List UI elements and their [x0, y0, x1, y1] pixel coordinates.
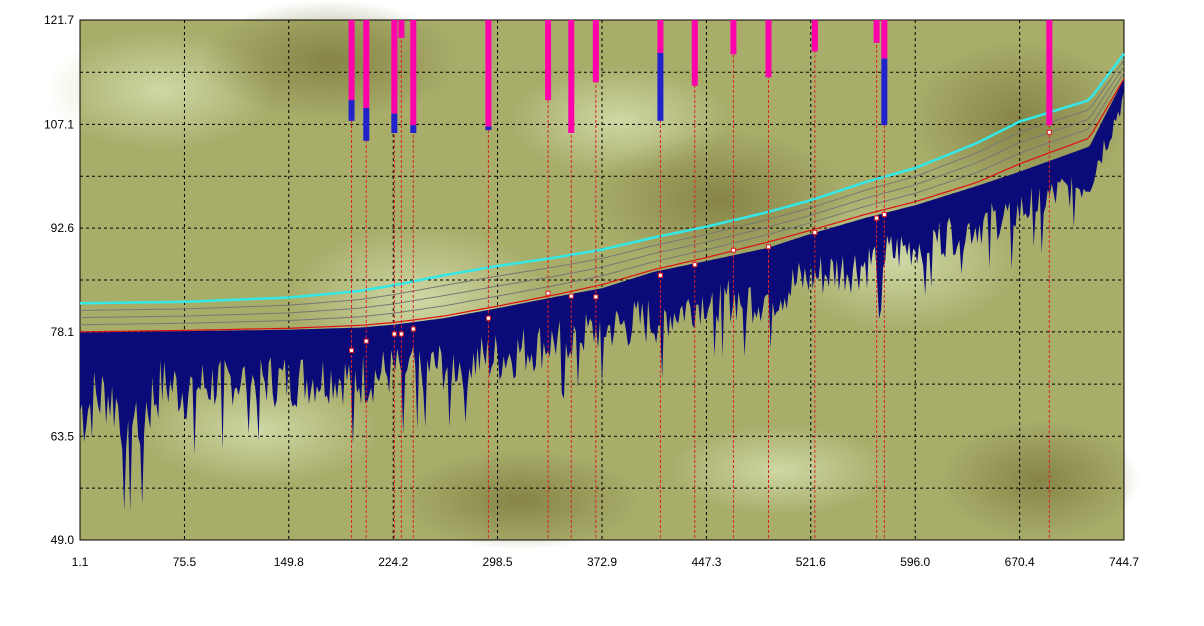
event-point [881, 212, 887, 218]
event-bar-inner [881, 58, 888, 126]
event-bar [348, 20, 355, 101]
x-tick-label: 1.1 [72, 555, 89, 569]
event-point [1046, 129, 1052, 135]
event-bar-inner [363, 107, 370, 141]
event-bar [873, 20, 880, 43]
y-tick-label: 92.6 [51, 221, 75, 235]
event-bar [398, 20, 405, 38]
background-highlight [670, 425, 890, 515]
background-highlight [140, 375, 380, 485]
event-bar [811, 20, 818, 52]
x-tick-label: 75.5 [173, 555, 197, 569]
x-axis-tick-labels: 1.1 75.5 149.8 224.2 298.5 372.9 447.3 521.6 596… [72, 555, 1140, 569]
event-point [766, 244, 772, 250]
y-tick-label: 63.5 [51, 429, 75, 443]
event-bar-inner [391, 113, 398, 134]
event-bar [765, 20, 772, 78]
x-tick-label: 670.4 [1005, 555, 1035, 569]
background-shadow [940, 420, 1140, 540]
event-bar [485, 20, 492, 127]
y-tick-label: 78.1 [51, 325, 75, 339]
event-point [692, 262, 698, 268]
event-bar [657, 20, 664, 53]
chart-canvas: 1.1 75.5 149.8 224.2 298.5 372.9 447.3 521.6 596… [44, 0, 1140, 569]
event-point [485, 315, 491, 321]
x-tick-label: 447.3 [691, 555, 721, 569]
event-bar [691, 20, 698, 86]
x-tick-label: 521.6 [796, 555, 826, 569]
event-point [730, 247, 736, 253]
event-bar-inner [348, 100, 355, 121]
event-bar [592, 20, 599, 83]
event-point [349, 347, 355, 353]
y-tick-label: 107.1 [44, 117, 74, 131]
x-tick-label: 224.2 [378, 555, 408, 569]
background-shadow [400, 450, 640, 550]
event-bar-inner [410, 125, 417, 134]
y-tick-label: 49.0 [51, 533, 75, 547]
event-point [545, 290, 551, 296]
event-point [410, 326, 416, 332]
event-bar-inner [485, 126, 492, 131]
x-tick-label: 596.0 [900, 555, 930, 569]
event-point [874, 215, 880, 221]
event-point [593, 294, 599, 300]
event-bar [410, 20, 417, 126]
event-point [812, 229, 818, 235]
event-point [398, 331, 404, 337]
event-point [363, 338, 369, 344]
x-tick-label: 149.8 [274, 555, 304, 569]
x-tick-label: 372.9 [587, 555, 617, 569]
event-bar [545, 20, 552, 101]
plot-background [45, 0, 1140, 550]
x-tick-label: 298.5 [483, 555, 513, 569]
event-bar [881, 20, 888, 59]
event-bar [391, 20, 398, 114]
profile-chart: 1.1 75.5 149.8 224.2 298.5 372.9 447.3 521.6 596… [0, 0, 1204, 621]
background-shadow [200, 0, 460, 120]
event-point [657, 272, 663, 278]
event-bar [1046, 20, 1053, 126]
y-tick-label: 121.7 [44, 13, 74, 27]
event-point [391, 331, 397, 337]
event-bar [363, 20, 370, 108]
event-bar [730, 20, 737, 55]
x-tick-label: 744.7 [1109, 555, 1139, 569]
event-point [568, 293, 574, 299]
event-bar-inner [657, 52, 664, 121]
event-bar [568, 20, 575, 134]
